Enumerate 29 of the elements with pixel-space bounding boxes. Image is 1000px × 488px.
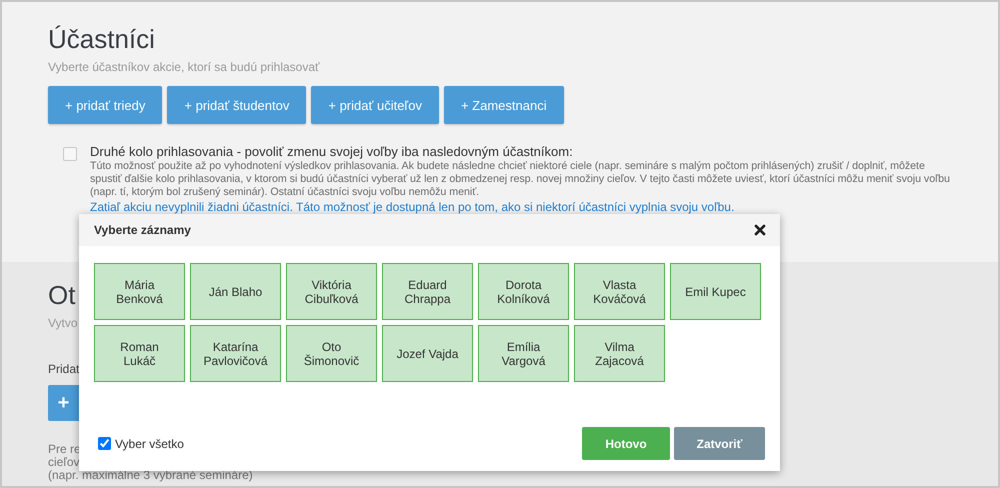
record-tile[interactable]: Eduard Chrappa [382, 263, 473, 320]
close-button[interactable] [752, 222, 768, 238]
checkbox[interactable] [63, 147, 77, 161]
info-link[interactable]: Zatiaľ akciu nevyplnili žiadni účastníci. Táto možnosť je dostupná len po tom, ako si niektorí účastníci vyplnia svoju voľbu. [90, 200, 952, 214]
record-tile[interactable]: Vilma Zajacová [574, 325, 665, 382]
dialog-title: Vyberte záznamy [94, 223, 191, 237]
record-tile[interactable]: Emília Vargová [478, 325, 569, 382]
checkbox-label: Druhé kolo prihlasovania - povoliť zmenu svojej voľby iba nasledovným účastníkom: [90, 144, 574, 160]
section-subtitle: Vytvo [48, 316, 78, 330]
section-title: Účastníci [48, 24, 156, 54]
description-text: (napr. maximálne 3 vybrané semináre) [48, 469, 253, 482]
description-text: cieľov. [48, 456, 82, 469]
record-tile[interactable]: Viktória Cibuľková [286, 263, 377, 320]
select-all-checkbox[interactable] [98, 437, 111, 450]
record-tile[interactable]: Roman Lukáč [94, 325, 185, 382]
record-tile[interactable]: Emil Kupec [670, 263, 761, 320]
section-subtitle: Vyberte účastníkov akcie, ktorí sa budú prihlasovať [48, 60, 321, 74]
record-tile[interactable]: Ján Blaho [190, 263, 281, 320]
record-tile[interactable]: Vlasta Kováčová [574, 263, 665, 320]
close-icon [752, 222, 768, 238]
record-tile[interactable]: Dorota Kolníková [478, 263, 569, 320]
record-tile[interactable]: Mária Benková [94, 263, 185, 320]
record-tile[interactable]: Oto Šimonovič [286, 325, 377, 382]
description-text: Túto možnosť použite až po vyhodnotení výsledkov prihlasovania. Ak budete následne chcieť niektoré ciele (napr. semináre s malým počtom prihlásených) zrušiť / doplniť, môžete spustiť ďalšie kolo prihlasovania, v ktorom si budú účastníci vyberať už len z obmedzenej resp. novej množiny cieľov. V tejto časti môžete uviesť, ktorí účastníci môžu meniť svoju voľbu (napr. tí, ktorým bol zrušený seminár). Ostatní účastníci svoju voľbu nemôžu meniť. [90, 160, 951, 199]
record-tile[interactable]: Jozef Vajda [382, 325, 473, 382]
section-title: Ot [48, 280, 76, 310]
select-all-label: Vyber všetko [115, 436, 184, 450]
record-tile[interactable]: Katarína Pavlovičová [190, 325, 281, 382]
add-label: Pridat [48, 362, 80, 376]
